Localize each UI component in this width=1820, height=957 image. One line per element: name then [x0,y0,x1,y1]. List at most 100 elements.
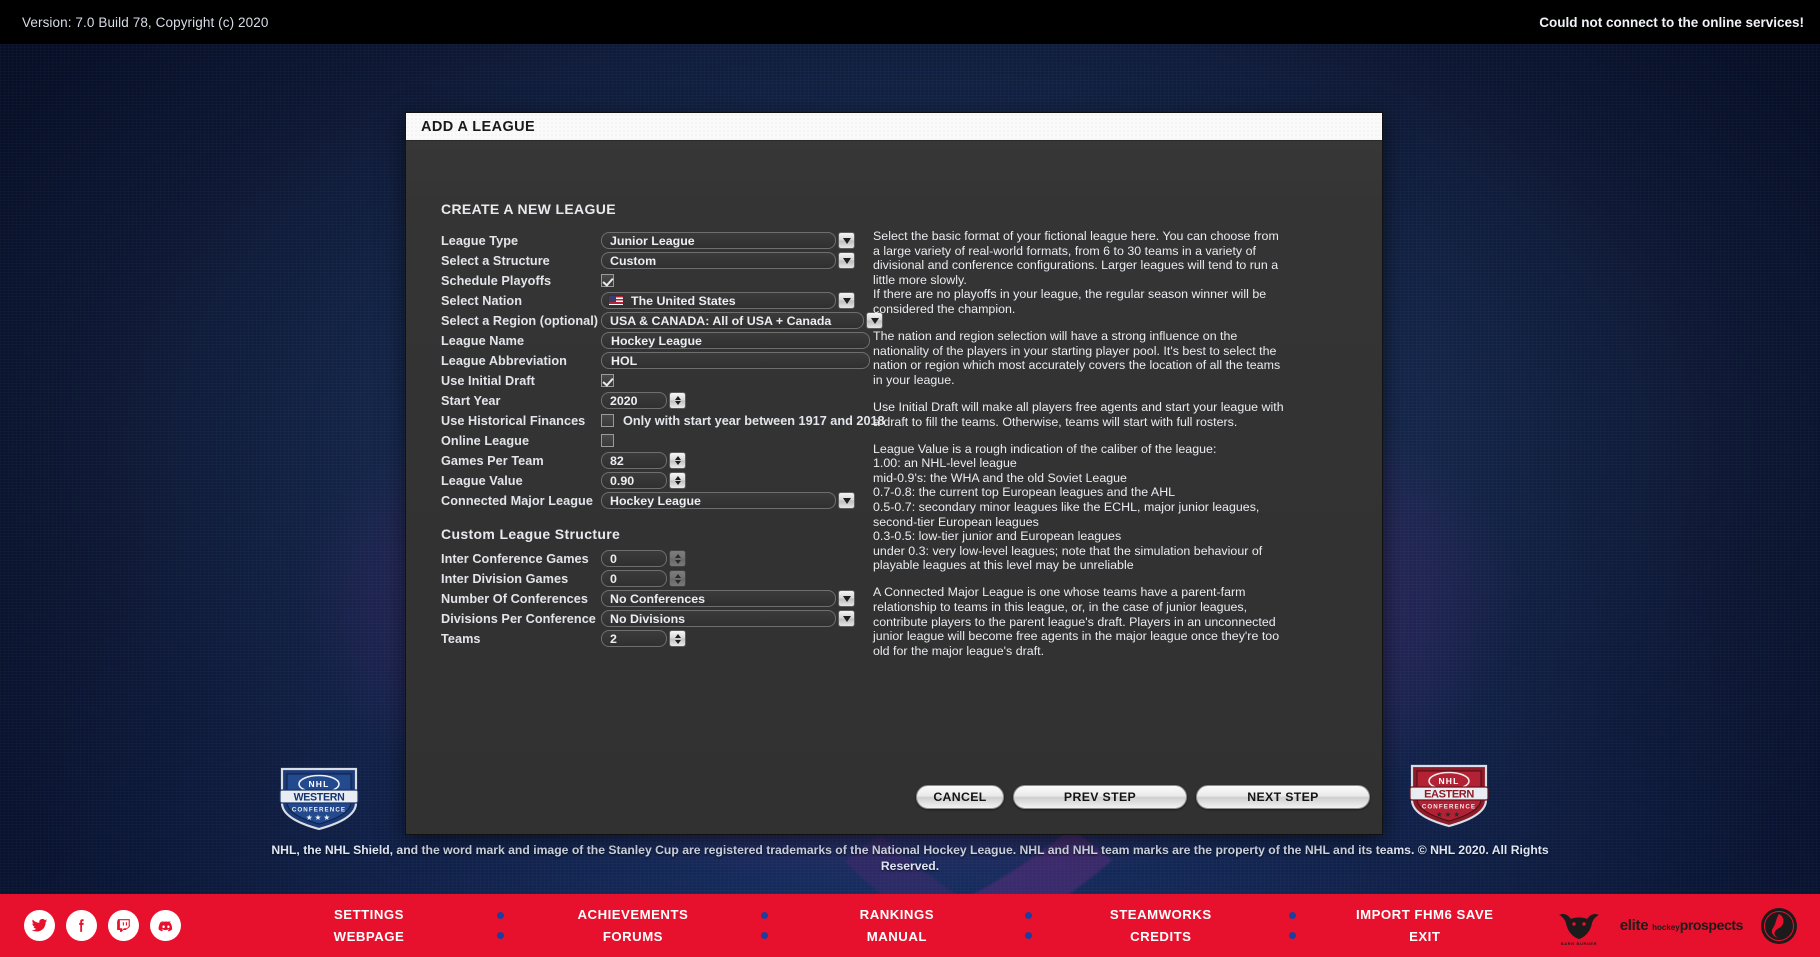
field-inter-division-games: Inter Division Games 0 [441,569,886,589]
nhl-western-conference-logo: NHL WESTERN CONFERENCE ★★★ [278,763,360,833]
twitch-icon[interactable] [108,910,139,941]
games-per-team-input[interactable]: 82 [601,452,667,469]
league-type-select[interactable]: Junior League [601,232,836,249]
footer-link-credits[interactable]: CREDITS [1130,929,1191,944]
help-text-10: 0.3-0.5: low-tier junior and European le… [873,529,1121,543]
nhl-eastern-conference-logo: NHL EASTERN CONFERENCE ★★★ [1408,760,1490,830]
svg-text:BARN BURNER: BARN BURNER [1561,941,1597,946]
footer-link-import-fhm6-save[interactable]: IMPORT FHM6 SAVE [1356,907,1493,922]
footer-link-manual[interactable]: MANUAL [867,929,927,944]
field-start-year: Start Year 2020 [441,391,886,411]
historical-finances-note: Only with start year between 1917 and 20… [623,414,885,428]
help-text-11: under 0.3: very low-level leagues; note … [873,544,1262,573]
start-year-input[interactable]: 2020 [601,392,667,409]
field-schedule-playoffs: Schedule Playoffs [441,271,886,291]
footer-link-achievements[interactable]: ACHIEVEMENTS [578,907,689,922]
prev-step-button[interactable]: PREV STEP [1013,785,1187,809]
label-start-year: Start Year [441,394,601,408]
footer-link-exit[interactable]: EXIT [1409,929,1440,944]
partner-logos: BARN BURNER elite hockey prospects [1555,906,1798,946]
footer-link-forums[interactable]: FORUMS [603,929,663,944]
divisions-per-conference-select[interactable]: No Divisions [601,610,836,627]
help-paragraph-1: Select the basic format of your fictiona… [873,229,1288,317]
inter-division-games-stepper [669,570,686,587]
separator-dot [761,932,768,939]
label-connected-major-league: Connected Major League [441,494,601,508]
label-inter-conference-games: Inter Conference Games [441,552,601,566]
top-status-bar: Version: 7.0 Build 78, Copyright (c) 202… [0,0,1820,44]
nation-value: The United States [631,294,736,308]
teams-input[interactable]: 2 [601,630,667,647]
games-per-team-stepper[interactable] [669,452,686,469]
ehp-line2: prospects [1680,918,1743,932]
start-year-stepper[interactable] [669,392,686,409]
inter-division-games-input[interactable]: 0 [601,570,667,587]
footer-column-3: RANKINGS MANUAL [777,907,1017,944]
flag-us-icon [608,295,624,306]
chevron-down-icon[interactable] [838,610,855,627]
footer-separator-4 [1281,912,1305,939]
field-teams: Teams 2 [441,629,886,649]
discord-icon[interactable] [150,910,181,941]
footer-bar: SETTINGS WEBPAGE ACHIEVEMENTS FORUMS RAN… [0,894,1820,957]
cancel-button[interactable]: CANCEL [916,785,1004,809]
field-nation: Select Nation The United States [441,291,886,311]
label-online-league: Online League [441,434,601,448]
use-initial-draft-checkbox[interactable] [601,374,614,387]
field-initial-draft: Use Initial Draft [441,371,886,391]
field-historical-finances: Use Historical Finances Only with start … [441,411,886,431]
separator-dot [1289,932,1296,939]
league-settings-form: League Type Junior League Select a Struc… [441,231,886,511]
league-value-input[interactable]: 0.90 [601,472,667,489]
separator-dot [1289,912,1296,919]
footer-link-settings[interactable]: SETTINGS [334,907,404,922]
teams-stepper[interactable] [669,630,686,647]
label-number-of-conferences: Number Of Conferences [441,592,601,606]
help-text-6: 1.00: an NHL-level league [873,456,1017,470]
help-text-7: mid-0.9's: the WHA and the old Soviet Le… [873,471,1127,485]
league-name-input[interactable]: Hockey League [601,332,870,349]
version-label: Version: 7.0 Build 78, Copyright (c) 202… [22,15,269,30]
chevron-down-icon[interactable] [838,252,855,269]
facebook-icon[interactable] [66,910,97,941]
label-region: Select a Region (optional) [441,314,601,328]
separator-dot [497,932,504,939]
chevron-down-icon[interactable] [838,232,855,249]
nation-select[interactable]: The United States [601,292,836,309]
schedule-playoffs-checkbox[interactable] [601,274,614,287]
help-paragraph-4: League Value is a rough indication of th… [873,442,1288,573]
svg-text:★★★: ★★★ [306,813,332,822]
online-league-checkbox[interactable] [601,434,614,447]
connected-major-league-select[interactable]: Hockey League [601,492,836,509]
chevron-down-icon[interactable] [838,492,855,509]
region-select[interactable]: USA & CANADA: All of USA + Canada [601,312,864,329]
twitter-icon[interactable] [24,910,55,941]
next-step-button[interactable]: NEXT STEP [1196,785,1370,809]
label-use-historical-finances: Use Historical Finances [441,414,601,428]
chevron-down-icon[interactable] [838,292,855,309]
league-value-stepper[interactable] [669,472,686,489]
field-league-abbrev: League Abbreviation HOL [441,351,886,371]
inter-conference-games-input[interactable]: 0 [601,550,667,567]
online-status-label: Could not connect to the online services… [1539,15,1804,30]
dialog-button-row: CANCEL PREV STEP NEXT STEP [916,785,1370,809]
field-league-value: League Value 0.90 [441,471,886,491]
number-of-conferences-select[interactable]: No Conferences [601,590,836,607]
label-league-abbreviation: League Abbreviation [441,354,601,368]
app-root: Version: 7.0 Build 78, Copyright (c) 202… [0,0,1820,957]
chevron-down-icon[interactable] [838,590,855,607]
svg-text:★★★: ★★★ [1436,810,1462,819]
use-historical-finances-checkbox[interactable] [601,414,614,427]
league-abbreviation-input[interactable]: HOL [601,352,870,369]
inter-conference-games-stepper [669,550,686,567]
label-teams: Teams [441,632,601,646]
ehp-line1-small: hockey [1652,923,1680,932]
label-structure: Select a Structure [441,254,601,268]
footer-link-rankings[interactable]: RANKINGS [860,907,934,922]
svg-text:NHL: NHL [1438,776,1459,786]
footer-link-webpage[interactable]: WEBPAGE [334,929,405,944]
structure-select[interactable]: Custom [601,252,836,269]
footer-link-steamworks[interactable]: STEAMWORKS [1110,907,1212,922]
dialog-body: CREATE A NEW LEAGUE League Type Junior L… [406,141,1382,834]
label-divisions-per-conference: Divisions Per Conference [441,612,601,626]
